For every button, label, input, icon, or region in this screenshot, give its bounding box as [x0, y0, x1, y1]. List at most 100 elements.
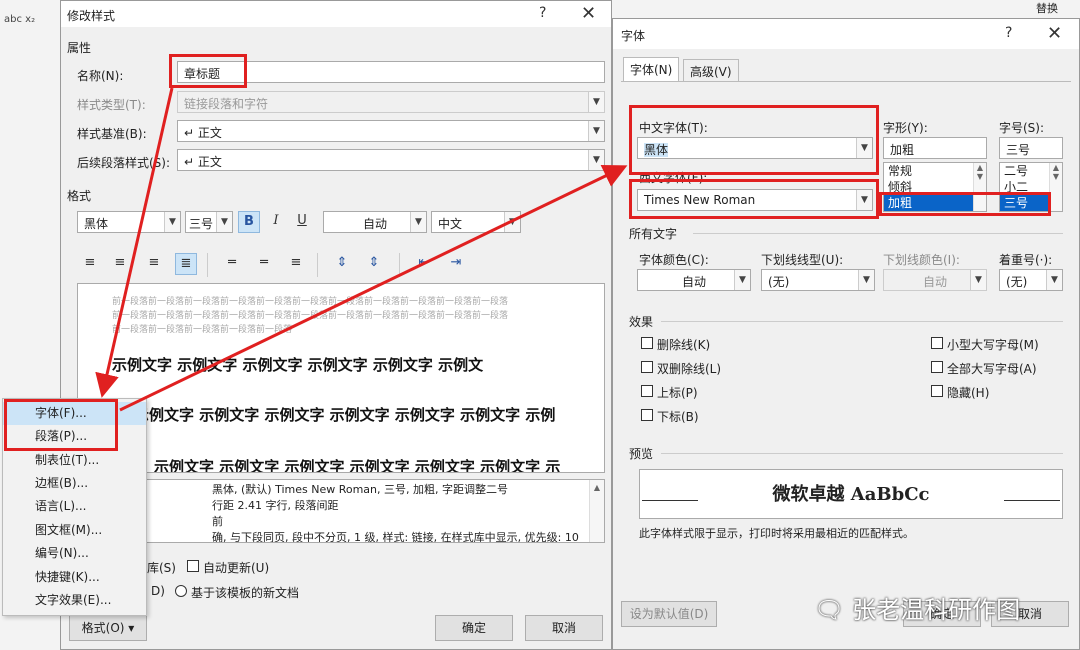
divider: [399, 253, 400, 277]
italic-button[interactable]: I: [265, 211, 287, 233]
font-color-value: 自动: [681, 275, 706, 289]
list-item[interactable]: 常规: [884, 163, 986, 179]
menu-item-numbering[interactable]: 编号(N)...: [3, 542, 146, 565]
next-para-label: 后续段落样式(S):: [77, 156, 171, 170]
align-right-icon[interactable]: ≡: [143, 253, 165, 275]
font-select[interactable]: 黑体 ▼: [77, 211, 181, 233]
only-this-doc-label: D): [151, 584, 165, 598]
next-para-select[interactable]: ↵ 正文 ▼: [177, 149, 605, 171]
justify-icon[interactable]: ≣: [175, 253, 197, 275]
menu-item-shortcut[interactable]: 快捷键(K)...: [3, 566, 146, 589]
auto-update-label: 自动更新(U): [203, 561, 270, 575]
all-caps-checkbox[interactable]: [931, 361, 943, 373]
help-icon[interactable]: ?: [1005, 25, 1012, 41]
chevron-down-icon[interactable]: ▼: [410, 212, 426, 232]
chevron-down-icon[interactable]: ▼: [504, 212, 520, 232]
menu-item-border[interactable]: 边框(B)...: [3, 472, 146, 495]
hidden-label: 隐藏(H): [947, 386, 990, 400]
hidden-checkbox[interactable]: [931, 385, 943, 397]
menu-item-language[interactable]: 语言(L)...: [3, 495, 146, 518]
close-icon[interactable]: ✕: [1047, 23, 1062, 44]
set-default-button[interactable]: 设为默认值(D): [621, 601, 717, 627]
highlight-west-font-box: [629, 179, 879, 219]
single-spacing-icon[interactable]: ═: [221, 253, 243, 275]
menu-item-text-effects[interactable]: 文字效果(E)...: [3, 589, 146, 612]
menu-item-tabs[interactable]: 制表位(T)...: [3, 449, 146, 472]
underline-style-label: 下划线线型(U):: [761, 253, 844, 267]
section-properties: 属性: [67, 41, 92, 55]
chevron-down-icon[interactable]: ▼: [858, 270, 874, 290]
superscript-checkbox[interactable]: [641, 385, 653, 397]
underline-style-select[interactable]: (无) ▼: [761, 269, 875, 291]
size-select[interactable]: 三号 ▼: [185, 211, 233, 233]
highlight-style-size-box: [879, 192, 1051, 216]
wechat-icon: 🗨: [814, 596, 853, 624]
description-line: 确, 与下段同页, 段中不分页, 1 级, 样式: 链接, 在样式库中显示, 优…: [212, 531, 579, 543]
subscript-checkbox[interactable]: [641, 409, 653, 421]
double-strikethrough-checkbox[interactable]: [641, 361, 653, 373]
description-line: 前: [212, 515, 223, 528]
divider: [693, 233, 1063, 234]
style-type-label: 样式类型(T):: [77, 98, 146, 112]
font-title-bar: 字体 ? ✕: [613, 19, 1079, 49]
color-select[interactable]: 自动 ▼: [323, 211, 427, 233]
align-center-icon[interactable]: ≡: [109, 253, 131, 275]
space-after-icon[interactable]: ⇕: [363, 253, 385, 275]
description-line: 黑体, (默认) Times New Roman, 三号, 加粗, 字距调整二号: [212, 483, 508, 496]
chevron-down-icon[interactable]: ▼: [164, 212, 180, 232]
preview-previous-para: 前一段落前一段落前一段落前一段落前一段落前一段落前一段落前一段落前一段落前一段落…: [112, 311, 509, 321]
word-ribbon-top: 替换: [612, 0, 1080, 20]
style-preview: 前一段落前一段落前一段落前一段落前一段落前一段落前一段落前一段落前一段落前一段落…: [77, 283, 605, 473]
subscript-label: 下标(B): [657, 410, 699, 424]
chevron-down-icon[interactable]: ▼: [1046, 270, 1062, 290]
space-before-icon[interactable]: ⇕: [331, 253, 353, 275]
chevron-down-icon[interactable]: ▼: [588, 150, 604, 170]
underline-color-value: 自动: [922, 275, 947, 289]
tab-advanced[interactable]: 高级(V): [683, 59, 739, 81]
underline-button[interactable]: U: [291, 211, 313, 233]
menu-item-frame[interactable]: 图文框(M)...: [3, 519, 146, 542]
cancel-button[interactable]: 取消: [525, 615, 603, 641]
decrease-indent-icon[interactable]: ⇤: [413, 253, 435, 275]
emphasis-select[interactable]: (无) ▼: [999, 269, 1063, 291]
ok-button[interactable]: 确定: [435, 615, 513, 641]
format-menu-button[interactable]: 格式(O) ▾: [69, 615, 147, 641]
replace-button[interactable]: 替换: [1036, 0, 1058, 16]
preview-previous-para: 前一段落前一段落前一段落前一段落前一段落: [112, 325, 293, 335]
highlight-cn-font-box: [629, 105, 879, 175]
tab-font[interactable]: 字体(N): [623, 57, 680, 82]
new-docs-radio[interactable]: [175, 585, 187, 597]
font-style-input[interactable]: 加粗: [883, 137, 987, 159]
one-half-spacing-icon[interactable]: ═: [253, 253, 275, 275]
divider: [661, 321, 1063, 322]
close-icon[interactable]: ✕: [581, 3, 596, 24]
chevron-down-icon[interactable]: ▼: [734, 270, 750, 290]
next-para-value: ↵ 正文: [184, 155, 222, 169]
font-size-input[interactable]: 三号: [999, 137, 1063, 159]
font-color-select[interactable]: 自动 ▼: [637, 269, 751, 291]
strikethrough-checkbox[interactable]: [641, 337, 653, 349]
small-caps-label: 小型大写字母(M): [947, 338, 1039, 352]
preview-section: 预览: [629, 447, 654, 461]
bold-button[interactable]: B: [238, 211, 260, 233]
language-select[interactable]: 中文 ▼: [431, 211, 521, 233]
highlight-name-box: [169, 54, 247, 88]
name-label: 名称(N):: [77, 69, 124, 83]
chevron-down-icon[interactable]: ▼: [216, 212, 232, 232]
tab-divider: [621, 81, 1071, 82]
based-on-value: ↵ 正文: [184, 126, 222, 140]
based-on-select[interactable]: ↵ 正文 ▼: [177, 120, 605, 142]
double-spacing-icon[interactable]: ≡: [285, 253, 307, 275]
chevron-down-icon[interactable]: ▼: [588, 121, 604, 141]
align-left-icon[interactable]: ≡: [79, 253, 101, 275]
help-icon[interactable]: ?: [539, 5, 546, 21]
watermark-text: 张老温科研作图: [852, 596, 1021, 624]
auto-update-checkbox[interactable]: [187, 560, 199, 572]
increase-indent-icon[interactable]: ⇥: [445, 253, 467, 275]
small-caps-checkbox[interactable]: [931, 337, 943, 349]
color-value: 自动: [362, 217, 387, 231]
font-preview-box: 微软卓越 AaBbCc: [639, 469, 1063, 519]
scrollbar[interactable]: ▲: [589, 480, 604, 542]
divider: [207, 253, 208, 277]
watermark: 🗨 张老温科研作图: [814, 590, 1020, 625]
